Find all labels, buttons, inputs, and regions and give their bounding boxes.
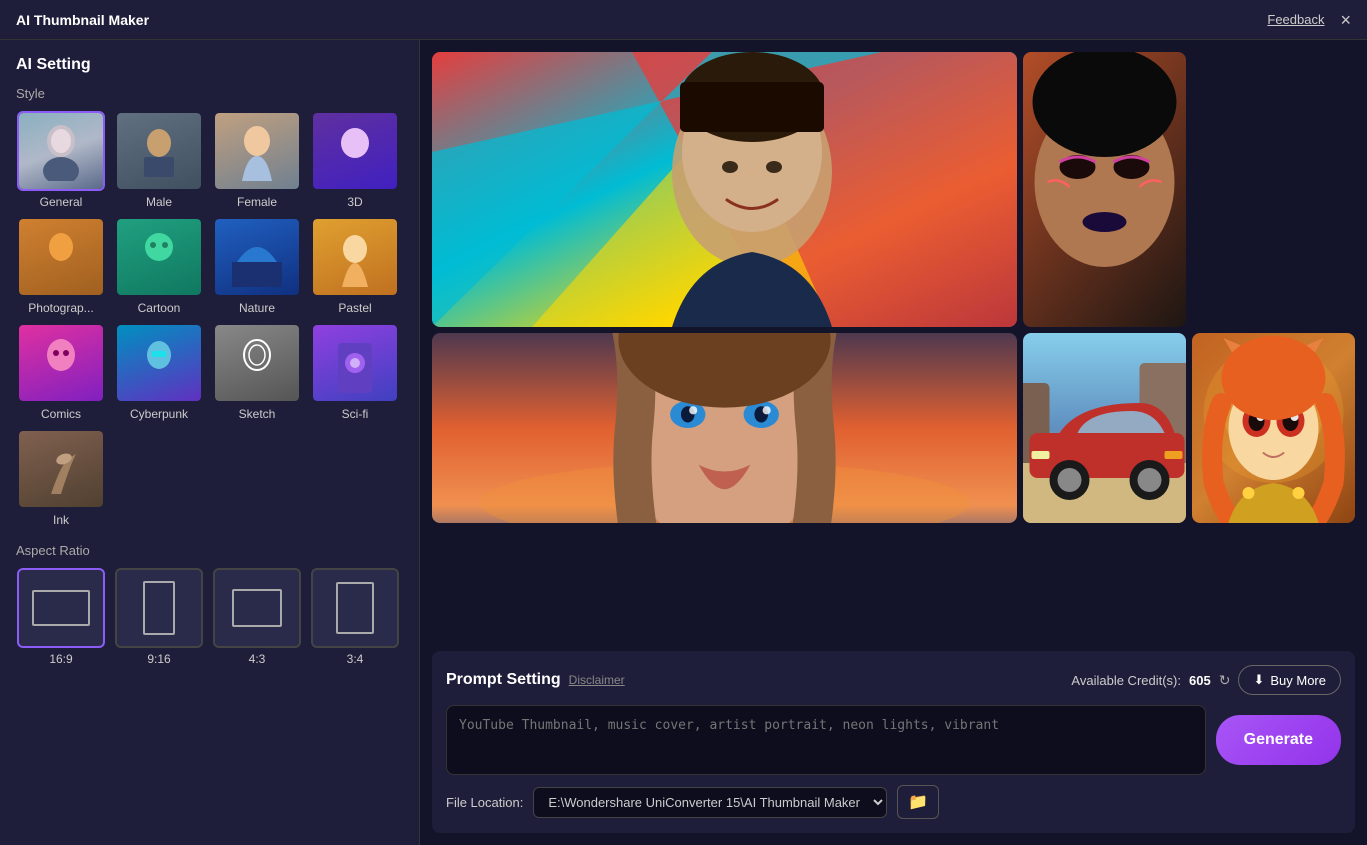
style-thumb-cyberpunk[interactable] xyxy=(115,323,203,403)
file-location-label: File Location: xyxy=(446,795,523,810)
aspect-item-9-16[interactable]: 9:16 xyxy=(114,568,204,666)
style-item-comics[interactable]: Comics xyxy=(16,323,106,421)
prompt-header: Prompt Setting Disclaimer Available Cred… xyxy=(446,665,1341,695)
feedback-link[interactable]: Feedback xyxy=(1267,12,1324,27)
style-label-ink: Ink xyxy=(53,513,69,527)
right-panel: Prompt Setting Disclaimer Available Cred… xyxy=(420,40,1367,845)
refresh-icon[interactable]: ↻ xyxy=(1219,672,1231,689)
style-item-cartoon[interactable]: Cartoon xyxy=(114,217,204,315)
disclaimer-link[interactable]: Disclaimer xyxy=(569,673,625,687)
aspect-thumb-9-16[interactable] xyxy=(115,568,203,648)
style-label-scifi: Sci-fi xyxy=(342,407,369,421)
aspect-label-16-9: 16:9 xyxy=(49,652,72,666)
style-item-scifi[interactable]: Sci-fi xyxy=(310,323,400,421)
aspect-item-3-4[interactable]: 3:4 xyxy=(310,568,400,666)
style-label-sketch: Sketch xyxy=(239,407,276,421)
aspect-ratio-grid: 16:9 9:16 4:3 3:4 xyxy=(16,568,403,666)
style-label-pastel: Pastel xyxy=(338,301,371,315)
aspect-thumb-3-4[interactable] xyxy=(311,568,399,648)
aspect-ratio-label: Aspect Ratio xyxy=(16,543,403,558)
gallery-image-woman-sunset xyxy=(432,333,1017,523)
style-label-female: Female xyxy=(237,195,277,209)
buy-more-label: Buy More xyxy=(1270,673,1326,688)
style-label-cartoon: Cartoon xyxy=(138,301,181,315)
style-label-male: Male xyxy=(146,195,172,209)
gallery-image-man xyxy=(432,52,1017,327)
style-thumb-photography[interactable] xyxy=(17,217,105,297)
buy-more-button[interactable]: ⬇ Buy More xyxy=(1238,665,1341,695)
main-container: AI Setting Style General M xyxy=(0,40,1367,845)
prompt-textarea[interactable] xyxy=(446,705,1206,775)
style-item-nature[interactable]: Nature xyxy=(212,217,302,315)
style-thumb-ink[interactable] xyxy=(17,429,105,509)
style-grid: General Male Female xyxy=(16,111,403,527)
prompt-section: Prompt Setting Disclaimer Available Cred… xyxy=(432,651,1355,833)
title-bar: AI Thumbnail Maker Feedback × xyxy=(0,0,1367,40)
aspect-label-3-4: 3:4 xyxy=(347,652,364,666)
folder-icon-button[interactable]: 📁 xyxy=(897,785,939,819)
style-thumb-pastel[interactable] xyxy=(311,217,399,297)
aspect-item-4-3[interactable]: 4:3 xyxy=(212,568,302,666)
credit-label: Available Credit(s): xyxy=(1071,673,1181,688)
left-panel: AI Setting Style General M xyxy=(0,40,420,845)
prompt-title: Prompt Setting xyxy=(446,671,561,689)
prompt-input-row: Generate xyxy=(446,705,1341,775)
style-item-ink[interactable]: Ink xyxy=(16,429,106,527)
style-label: Style xyxy=(16,86,403,101)
style-thumb-sketch[interactable] xyxy=(213,323,301,403)
style-thumb-3d[interactable] xyxy=(311,111,399,191)
close-button[interactable]: × xyxy=(1340,11,1351,29)
file-location-select[interactable]: E:\Wondershare UniConverter 15\AI Thumbn… xyxy=(533,787,887,818)
gallery-image-woman-makeup xyxy=(1023,52,1186,327)
style-thumb-cartoon[interactable] xyxy=(115,217,203,297)
credit-section: Available Credit(s): 605 ↻ ⬇ Buy More xyxy=(1071,665,1341,695)
ai-setting-title: AI Setting xyxy=(16,56,403,74)
style-thumb-scifi[interactable] xyxy=(311,323,399,403)
style-item-male[interactable]: Male xyxy=(114,111,204,209)
style-label-general: General xyxy=(40,195,83,209)
aspect-thumb-4-3[interactable] xyxy=(213,568,301,648)
folder-icon: 📁 xyxy=(908,794,928,811)
title-bar-controls: Feedback × xyxy=(1267,11,1351,29)
style-item-3d[interactable]: 3D xyxy=(310,111,400,209)
style-item-photography[interactable]: Photograp... xyxy=(16,217,106,315)
style-item-female[interactable]: Female xyxy=(212,111,302,209)
style-label-nature: Nature xyxy=(239,301,275,315)
style-thumb-general[interactable] xyxy=(17,111,105,191)
style-thumb-nature[interactable] xyxy=(213,217,301,297)
style-label-photography: Photograp... xyxy=(28,301,93,315)
aspect-item-16-9[interactable]: 16:9 xyxy=(16,568,106,666)
style-item-sketch[interactable]: Sketch xyxy=(212,323,302,421)
download-icon: ⬇ xyxy=(1253,672,1264,688)
aspect-label-4-3: 4:3 xyxy=(249,652,266,666)
file-location-row: File Location: E:\Wondershare UniConvert… xyxy=(446,785,1341,819)
gallery-image-red-car xyxy=(1023,333,1186,523)
style-thumb-male[interactable] xyxy=(115,111,203,191)
style-label-3d: 3D xyxy=(347,195,362,209)
style-thumb-comics[interactable] xyxy=(17,323,105,403)
prompt-title-group: Prompt Setting Disclaimer xyxy=(446,671,625,689)
generate-button[interactable]: Generate xyxy=(1216,715,1341,765)
image-gallery xyxy=(432,52,1355,639)
style-item-pastel[interactable]: Pastel xyxy=(310,217,400,315)
style-item-cyberpunk[interactable]: Cyberpunk xyxy=(114,323,204,421)
gallery-image-anime-girl xyxy=(1192,333,1355,523)
aspect-thumb-16-9[interactable] xyxy=(17,568,105,648)
app-title: AI Thumbnail Maker xyxy=(16,12,149,28)
style-thumb-female[interactable] xyxy=(213,111,301,191)
credit-count: 605 xyxy=(1189,673,1211,688)
aspect-label-9-16: 9:16 xyxy=(147,652,170,666)
style-label-cyberpunk: Cyberpunk xyxy=(130,407,188,421)
style-label-comics: Comics xyxy=(41,407,81,421)
style-item-general[interactable]: General xyxy=(16,111,106,209)
